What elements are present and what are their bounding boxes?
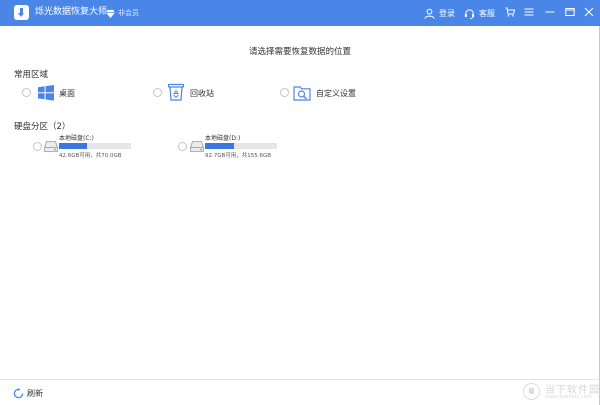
bottom-bar: 刷新 <box>0 379 599 405</box>
customer-service-button[interactable]: 客服 <box>464 5 495 21</box>
disk-info-c: 42.6GB可用，共70.0GB <box>59 153 122 159</box>
refresh-label: 刷新 <box>27 389 43 398</box>
disk-usage-bar-c <box>59 143 131 149</box>
maximize-icon <box>565 8 575 16</box>
headset-icon <box>464 8 475 19</box>
location-label-recycle-bin[interactable]: 回收站 <box>190 88 214 99</box>
disk-section-title: 硬盘分区（2） <box>14 122 71 132</box>
vip-label: 非会员 <box>118 9 139 17</box>
disk-c-radio[interactable] <box>33 142 42 151</box>
disk-d-radio[interactable] <box>178 142 187 151</box>
disk-name-d[interactable]: 本地磁盘(D:) <box>205 133 240 142</box>
login-button[interactable]: 登录 <box>424 5 455 21</box>
close-button[interactable] <box>582 5 596 19</box>
folder-search-icon[interactable] <box>293 84 311 102</box>
watermark-logo-icon <box>523 383 540 400</box>
hard-disk-icon[interactable] <box>190 141 204 152</box>
minimize-icon <box>545 11 555 13</box>
app-logo-icon <box>14 5 29 20</box>
app-title: 烁光数据恢复大师 <box>35 7 108 17</box>
service-label: 客服 <box>479 8 495 18</box>
refresh-button[interactable]: 刷新 <box>13 388 43 399</box>
cart-icon <box>505 7 515 17</box>
recycle-bin-radio[interactable] <box>153 88 162 97</box>
diamond-icon <box>106 9 115 18</box>
maximize-button[interactable] <box>563 5 577 19</box>
page-prompt: 请选择需要恢复数据的位置 <box>248 47 351 57</box>
close-icon <box>584 7 594 17</box>
hard-disk-icon[interactable] <box>44 141 58 152</box>
windows-icon[interactable] <box>37 84 55 102</box>
cart-button[interactable] <box>503 5 517 19</box>
title-bar: 烁光数据恢复大师 非会员 登录 客服 <box>0 0 600 26</box>
disk-usage-bar-d <box>205 143 277 149</box>
disk-usage-fill-c <box>59 143 88 149</box>
hamburger-icon <box>524 8 534 16</box>
menu-button[interactable] <box>522 5 536 19</box>
disk-info-d: 92.7GB可用，共155.6GB <box>205 153 272 159</box>
custom-location-radio[interactable] <box>280 88 289 97</box>
location-label-custom[interactable]: 自定义设置 <box>316 88 356 99</box>
refresh-icon <box>13 388 24 399</box>
disk-name-c[interactable]: 本地磁盘(C:) <box>59 133 94 142</box>
app-window: 烁光数据恢复大师 非会员 登录 客服 请选择需要恢复数据的位置 常用区域 桌面 … <box>0 0 600 405</box>
login-label: 登录 <box>439 8 455 18</box>
user-icon <box>424 8 435 19</box>
common-section-title: 常用区域 <box>14 70 49 80</box>
disk-usage-fill-d <box>205 143 234 149</box>
location-label-desktop[interactable]: 桌面 <box>59 88 75 99</box>
vip-status[interactable]: 非会员 <box>106 7 139 19</box>
watermark-url: www.downxia.com <box>545 394 592 400</box>
recycle-bin-icon[interactable] <box>167 83 185 101</box>
desktop-radio[interactable] <box>22 88 31 97</box>
watermark: 当下软件园 www.downxia.com <box>523 380 599 402</box>
minimize-button[interactable] <box>543 5 557 19</box>
